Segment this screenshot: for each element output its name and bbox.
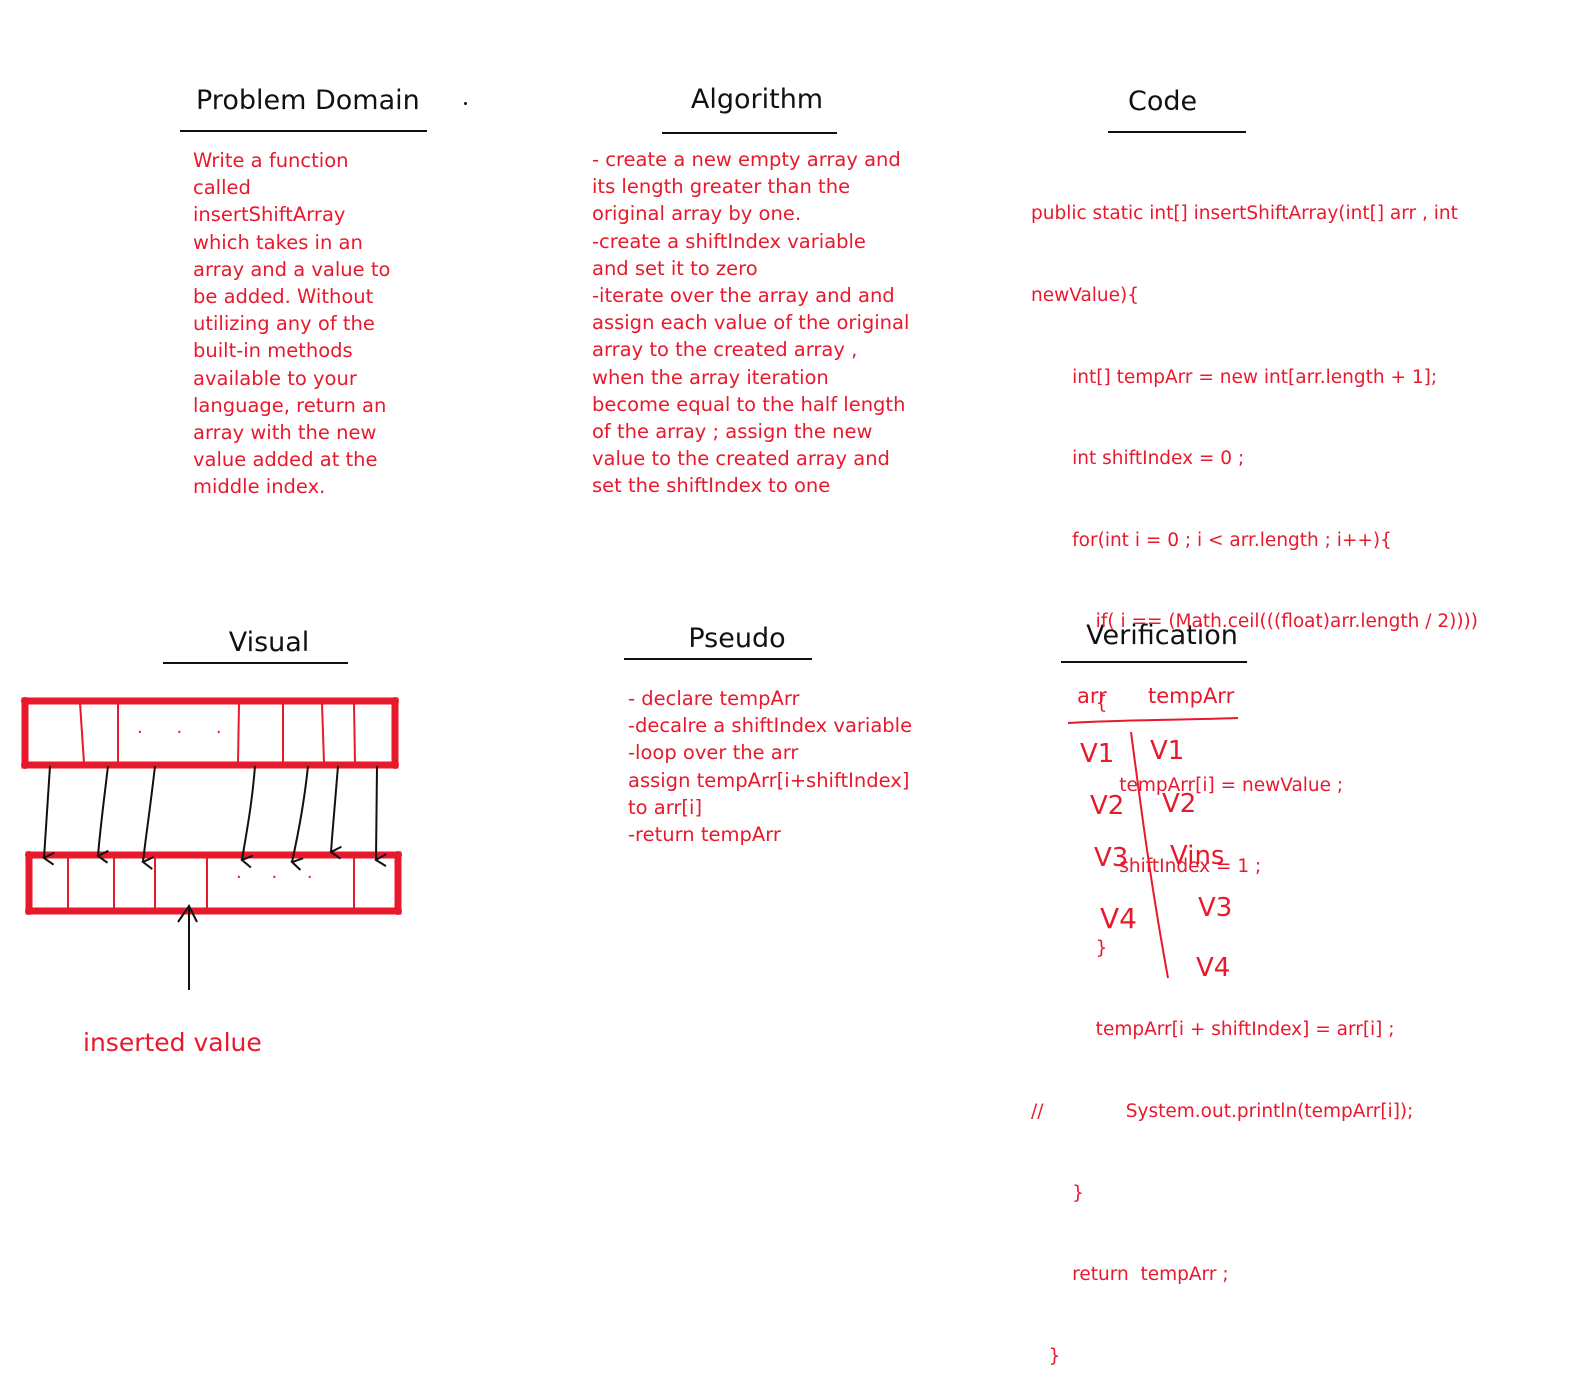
top-array-dots: . . .	[137, 717, 236, 738]
verification-temparr-value: Vins	[1170, 841, 1225, 871]
verification-temparr-value: V1	[1150, 736, 1185, 766]
verification-arr-value: V3	[1094, 843, 1129, 873]
code-line: // System.out.println(tempArr[i]);	[1031, 1100, 1414, 1122]
verification-temparr-value: V4	[1196, 953, 1231, 983]
verification-arr-value: V1	[1080, 739, 1115, 769]
inserted-value-arrow	[177, 904, 198, 990]
stray-dot	[464, 102, 467, 105]
verification-arr-value: V4	[1100, 902, 1137, 935]
code-line: return tempArr ;	[1031, 1264, 1229, 1286]
code-line: }	[1031, 1182, 1084, 1204]
inserted-value-label: inserted value	[83, 1028, 262, 1057]
verification-col-arr: arr	[1077, 684, 1107, 708]
verification-temparr-value: V3	[1198, 893, 1233, 923]
verification-col-temparr: tempArr	[1148, 684, 1235, 708]
shifted-array	[25, 851, 402, 915]
code-line: }	[1031, 1345, 1061, 1367]
mapping-arrows	[42, 765, 387, 871]
verification-temparr-value: V2	[1162, 789, 1197, 819]
visual-diagram: . . . . . .	[21, 697, 1239, 990]
verification-arr-value: V2	[1090, 791, 1125, 821]
bottom-array-dots: . . .	[236, 862, 325, 883]
